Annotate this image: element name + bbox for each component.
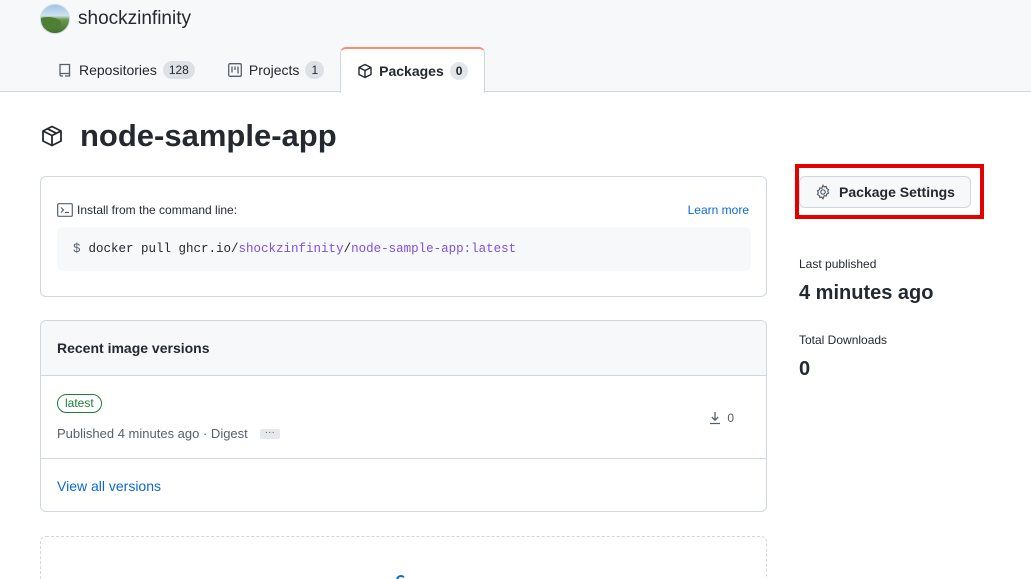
recent-versions-box: Recent image versions latest Published 4… (40, 320, 767, 512)
username[interactable]: shockzinfinity (78, 8, 191, 30)
install-command[interactable]: $ docker pull ghcr.io/shockzinfinity / nod… (57, 227, 751, 271)
package-icon (357, 63, 373, 79)
total-downloads-label: Total Downloads (799, 333, 888, 347)
avatar[interactable] (40, 4, 70, 34)
install-box: Install from the command line: Learn mor… (40, 176, 767, 297)
package-icon (40, 124, 64, 148)
project-icon (227, 62, 243, 78)
tab-label: Packages (379, 63, 444, 79)
command-prefix: docker pull ghcr.io/ (88, 242, 239, 256)
package-settings-button[interactable]: Package Settings (799, 176, 971, 208)
terminal-icon (57, 203, 73, 217)
tab-projects[interactable]: Projects 1 (211, 47, 340, 92)
tab-count: 128 (162, 60, 195, 79)
tab-label: Projects (248, 61, 300, 78)
page-title: node-sample-app (80, 118, 337, 153)
tab-repositories[interactable]: Repositories 128 (41, 47, 211, 92)
tab-count: 1 (305, 60, 325, 79)
package-title-row: node-sample-app (40, 118, 337, 154)
command-prompt: $ (73, 242, 81, 256)
tab-label: Repositories (79, 61, 157, 78)
view-all-versions-link[interactable]: View all versions (57, 478, 161, 494)
install-heading-text: Install from the command line: (77, 203, 238, 217)
readme-placeholder (40, 536, 767, 579)
user-identity[interactable]: shockzinfinity (40, 4, 191, 34)
loading-icon (396, 575, 406, 579)
version-tag[interactable]: latest (57, 394, 102, 413)
install-heading: Install from the command line: (57, 203, 237, 217)
repo-icon (57, 62, 73, 78)
profile-tabs: Repositories 128 Projects 1 Packages 0 (41, 47, 486, 93)
last-published-label: Last published (799, 257, 877, 271)
command-separator: / (343, 242, 352, 256)
version-meta: Published 4 minutes ago · Digest ··· (57, 426, 280, 441)
download-icon (708, 410, 722, 426)
profile-header: shockzinfinity Repositories 128 Projects… (0, 0, 1031, 93)
gear-icon (815, 184, 831, 200)
package-settings-label: Package Settings (839, 184, 955, 200)
download-count: 0 (727, 411, 734, 425)
tab-packages[interactable]: Packages 0 (340, 47, 486, 93)
tab-count: 0 (449, 62, 469, 80)
learn-more-link[interactable]: Learn more (688, 203, 749, 217)
digest-toggle[interactable]: ··· (259, 427, 280, 439)
versions-heading: Recent image versions (41, 321, 766, 376)
last-published-value: 4 minutes ago (799, 282, 934, 304)
version-downloads: 0 (708, 410, 734, 426)
command-owner: shockzinfinity (238, 242, 344, 256)
version-row: latest Published 4 minutes ago · Digest … (41, 376, 766, 459)
total-downloads-value: 0 (799, 358, 811, 380)
version-published: Published 4 minutes ago · Digest (57, 426, 248, 441)
command-image: node-sample-app:latest (351, 242, 517, 256)
